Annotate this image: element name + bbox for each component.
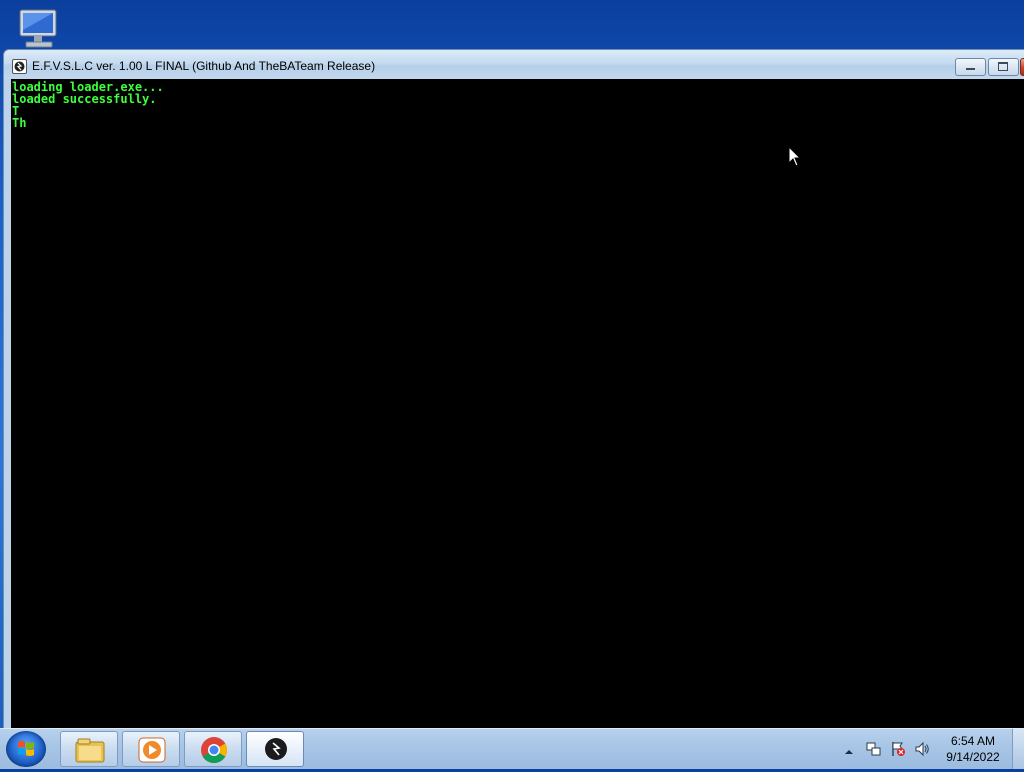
taskbar-media-player[interactable] [122, 731, 180, 767]
chrome-icon [201, 737, 228, 764]
app-icon [265, 738, 287, 760]
action-center-flag-icon[interactable] [890, 741, 906, 757]
maximize-button[interactable] [988, 58, 1019, 76]
computer-icon[interactable] [14, 8, 64, 50]
console-window[interactable]: E.F.V.S.L.C ver. 1.00 L FINAL (Github An… [3, 49, 1024, 730]
close-button[interactable] [1020, 58, 1024, 76]
taskbar-console-app[interactable] [246, 731, 304, 767]
taskbar: 6:54 AM 9/14/2022 [0, 728, 1024, 769]
clock-time: 6:54 AM [950, 734, 996, 748]
media-player-icon [138, 737, 166, 763]
console-line: loaded successfully. [12, 92, 157, 106]
taskbar-clock[interactable]: 6:54 AM 9/14/2022 [940, 733, 1006, 765]
console-line: Th [12, 116, 27, 130]
volume-icon[interactable] [914, 741, 930, 757]
window-title: E.F.V.S.L.C ver. 1.00 L FINAL (Github An… [32, 59, 376, 73]
console-line: loading loader.exe... [12, 80, 164, 94]
console-line: T [12, 104, 20, 118]
taskbar-chrome[interactable] [184, 731, 242, 767]
show-desktop-button[interactable] [1012, 729, 1024, 769]
taskbar-file-explorer[interactable] [60, 731, 118, 767]
start-button[interactable] [6, 731, 46, 767]
windows-start-icon [18, 741, 34, 756]
console-output[interactable]: loading loader.exe... loaded successfull… [11, 79, 1024, 729]
network-icon[interactable] [866, 741, 882, 757]
minimize-button[interactable] [955, 58, 986, 76]
window-titlebar[interactable]: E.F.V.S.L.C ver. 1.00 L FINAL (Github An… [4, 50, 1024, 79]
mouse-cursor-icon [788, 145, 802, 168]
folder-icon [75, 738, 105, 763]
show-hidden-icons-arrow[interactable] [844, 744, 854, 754]
clock-date: 9/14/2022 [946, 750, 1000, 764]
app-icon[interactable] [12, 59, 27, 74]
